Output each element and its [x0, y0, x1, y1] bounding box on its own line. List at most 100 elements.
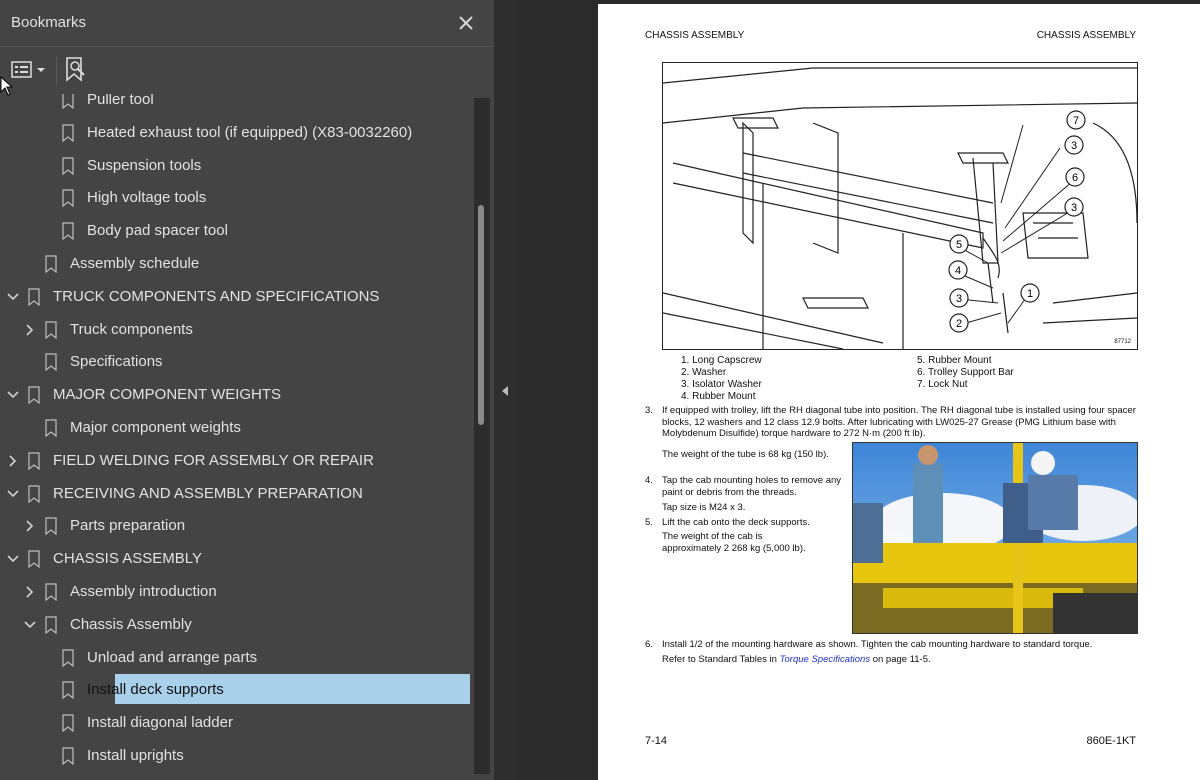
- bookmark-item[interactable]: Install deck supports: [0, 674, 474, 706]
- bookmark-item[interactable]: Assembly introduction: [0, 576, 474, 608]
- bookmark-label: TRUCK COMPONENTS AND SPECIFICATIONS: [53, 287, 380, 305]
- callout-number: 1: [1027, 288, 1033, 300]
- callout-number: 6: [1072, 172, 1078, 184]
- bookmark-icon: [62, 124, 74, 142]
- callout-number: 3: [1071, 202, 1077, 214]
- bookmark-item[interactable]: Parts preparation: [0, 510, 474, 542]
- tube-weight-note: The weight of the tube is 68 kg (150 lb)…: [662, 449, 829, 460]
- close-icon[interactable]: [455, 12, 477, 34]
- torque-specifications-link[interactable]: Torque Specifications: [780, 654, 870, 665]
- chevron-down-icon[interactable]: [6, 388, 20, 402]
- chevron-right-icon[interactable]: [23, 519, 37, 533]
- collapse-panel-icon[interactable]: [499, 383, 511, 399]
- chassis-diagram: 7 3 6 3 5 4 1 3 2 87712: [662, 62, 1138, 350]
- step-5-text: Lift the cab onto the deck supports.: [662, 517, 810, 528]
- bookmark-icon: [45, 320, 57, 339]
- step-6-number: 6.: [645, 639, 653, 650]
- bookmark-item[interactable]: Suspension tools: [0, 150, 474, 182]
- bookmark-item[interactable]: Puller tool: [0, 94, 474, 116]
- bookmark-item[interactable]: FIELD WELDING FOR ASSEMBLY OR REPAIR: [0, 445, 474, 477]
- bookmark-item[interactable]: Chassis Assembly: [0, 609, 474, 641]
- step-4-text: Tap the cab mounting holes to remove any…: [662, 475, 842, 498]
- callout-number: 2: [956, 318, 962, 330]
- step-5-number: 5.: [645, 517, 653, 528]
- bookmark-icon: [62, 648, 74, 667]
- bookmark-icon: [45, 255, 57, 273]
- page-header-right: CHASSIS ASSEMBLY: [1036, 30, 1136, 41]
- bookmarks-title: Bookmarks: [11, 14, 87, 31]
- figure-number: 87712: [1114, 339, 1131, 345]
- step-3-number: 3.: [645, 405, 653, 416]
- legend-item: 2. Washer: [681, 367, 727, 378]
- bookmark-item[interactable]: CHASSIS ASSEMBLY: [0, 543, 474, 575]
- page-number: 7-14: [645, 735, 668, 747]
- reference-prefix: Refer to Standard Tables in: [662, 654, 780, 665]
- list-options-icon[interactable]: [11, 59, 49, 81]
- bookmark-icon: [28, 484, 40, 503]
- bookmark-icon: [62, 681, 74, 700]
- bookmark-icon: [28, 452, 40, 470]
- chevron-right-icon[interactable]: [23, 323, 37, 337]
- chevron-right-icon[interactable]: [23, 585, 37, 599]
- bookmark-item[interactable]: TRUCK COMPONENTS AND SPECIFICATIONS: [0, 281, 474, 313]
- bookmark-item[interactable]: Heated exhaust tool (if equipped) (X83-0…: [0, 117, 474, 149]
- bookmark-icon: [45, 583, 57, 601]
- cab-weight-note: The weight of the cab is approximately 2…: [662, 531, 806, 554]
- bookmark-item[interactable]: Truck components: [0, 314, 474, 346]
- bookmark-item[interactable]: Install uprights: [0, 740, 474, 772]
- bookmark-icon: [28, 288, 40, 306]
- bookmark-label: Chassis Assembly: [70, 615, 192, 633]
- bookmark-item[interactable]: Unload and arrange parts: [0, 642, 474, 674]
- bookmark-item[interactable]: High voltage tools: [0, 182, 474, 214]
- chevron-right-icon[interactable]: [6, 454, 20, 468]
- bookmark-item[interactable]: Assembly schedule: [0, 248, 474, 280]
- page-header-left: CHASSIS ASSEMBLY: [645, 30, 745, 41]
- legend-item: 6. Trolley Support Bar: [917, 367, 1014, 378]
- reference-suffix: on page 11-5.: [870, 654, 931, 665]
- bookmark-label: High voltage tools: [87, 189, 207, 207]
- chevron-down-icon[interactable]: [6, 552, 20, 566]
- bookmark-icon: [28, 550, 40, 569]
- bookmark-icon: [45, 353, 57, 372]
- bookmark-label: Specifications: [70, 353, 163, 371]
- bookmark-item[interactable]: Install diagonal ladder: [0, 707, 474, 739]
- bookmark-item[interactable]: Specifications: [0, 346, 474, 378]
- figure-callouts: 7 3 6 3 5 4 1 3 2: [948, 110, 1086, 333]
- chevron-down-icon[interactable]: [23, 618, 37, 632]
- model-number: 860E-1KT: [1086, 735, 1136, 747]
- find-bookmark-icon[interactable]: [64, 56, 90, 84]
- bookmark-label: Heated exhaust tool (if equipped) (X83-0…: [87, 123, 413, 141]
- bookmark-label: Assembly schedule: [70, 255, 200, 272]
- bookmarks-panel: Bookmarks Puller tool Heated exhaust tool…: [0, 0, 494, 780]
- chevron-down-icon[interactable]: [6, 290, 20, 304]
- bookmark-item[interactable]: RECEIVING AND ASSEMBLY PREPARATION: [0, 478, 474, 510]
- chassis-line-drawing: 7 3 6 3 5 4 1 3 2: [662, 67, 1138, 350]
- bookmark-icon: [62, 94, 74, 109]
- callout-number: 5: [956, 239, 962, 251]
- bookmark-icon: [45, 419, 57, 437]
- bookmark-label: Body pad spacer tool: [87, 222, 228, 240]
- bookmark-item[interactable]: Major component weights: [0, 412, 474, 444]
- legend-item: 3. Isolator Washer: [681, 379, 762, 390]
- legend-item: 7. Lock Nut: [917, 379, 968, 390]
- bookmark-item[interactable]: MAJOR COMPONENT WEIGHTS: [0, 379, 474, 411]
- bookmark-icon: [28, 386, 40, 405]
- bookmarks-header: Bookmarks: [0, 0, 494, 46]
- toolbar-separator: [56, 57, 57, 85]
- mouse-cursor-icon: [0, 76, 14, 96]
- bookmark-item[interactable]: Body pad spacer tool: [0, 215, 474, 247]
- scrollbar-thumb[interactable]: [478, 205, 484, 425]
- bookmark-label: Unload and arrange parts: [87, 648, 258, 666]
- bookmark-icon: [62, 222, 74, 241]
- bookmark-label: Suspension tools: [87, 156, 202, 174]
- step-6-text: Install 1/2 of the mounting hardware as …: [662, 639, 1093, 650]
- bookmark-label: Assembly introduction: [70, 583, 217, 600]
- bookmark-icon: [62, 747, 74, 765]
- bookmark-label: RECEIVING AND ASSEMBLY PREPARATION: [53, 484, 363, 502]
- chevron-down-icon[interactable]: [6, 487, 20, 501]
- scrollbar-track[interactable]: [474, 98, 490, 774]
- legend-item: 1. Long Capscrew: [681, 355, 762, 366]
- bookmark-label: CHASSIS ASSEMBLY: [53, 550, 202, 568]
- callout-number: 4: [955, 265, 961, 277]
- panel-divider[interactable]: [494, 0, 516, 780]
